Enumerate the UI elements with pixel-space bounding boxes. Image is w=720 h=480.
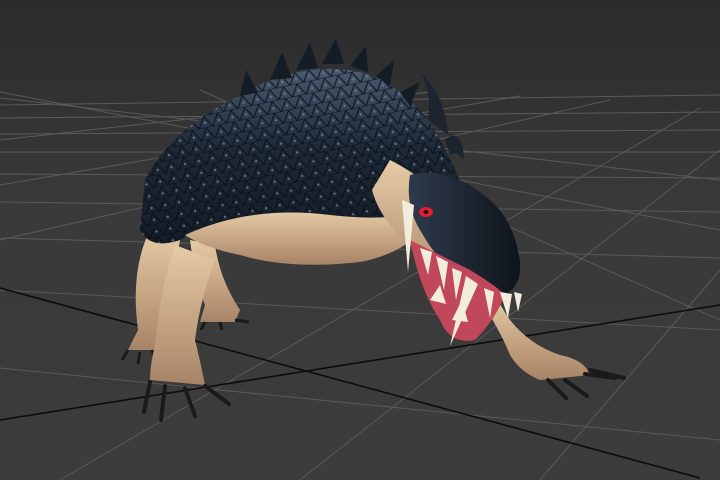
creature-model[interactable] (120, 38, 626, 422)
3d-viewport[interactable] (0, 0, 720, 480)
viewport-canvas[interactable] (0, 0, 720, 480)
world-axis-lines (0, 287, 720, 479)
